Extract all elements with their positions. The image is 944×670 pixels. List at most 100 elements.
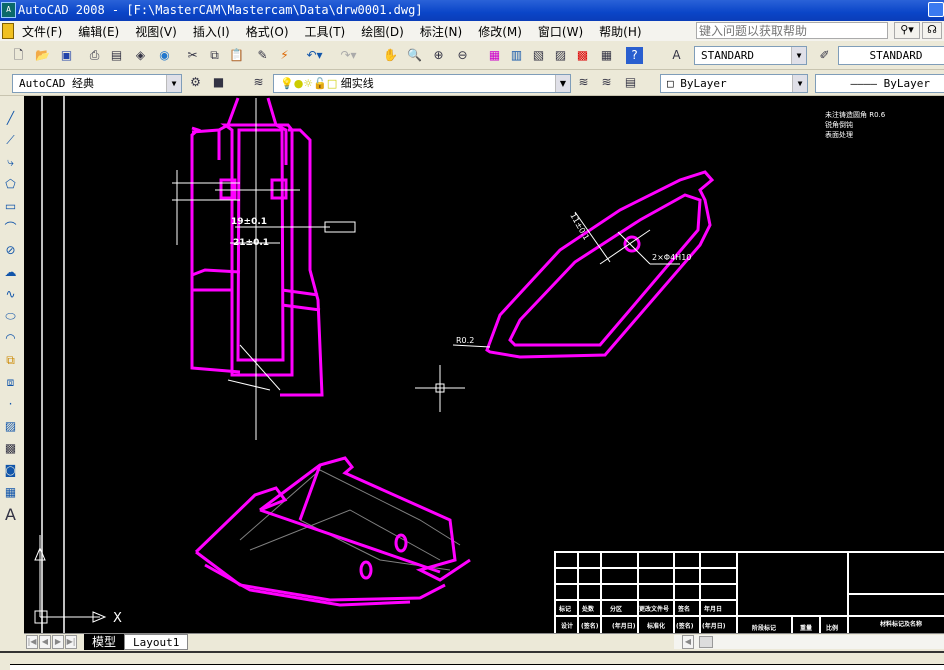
tb-mark: 标记	[558, 605, 571, 613]
layer-previous-icon[interactable]: ≋	[598, 74, 615, 91]
ucs-x-label: X	[113, 611, 122, 626]
calculator-icon[interactable]: ▦	[598, 47, 615, 64]
ellipse-arc-icon[interactable]: ◠	[2, 330, 19, 347]
window-title: AutoCAD 2008 - [F:\MasterCAM\Mastercam\D…	[18, 3, 423, 17]
color-select[interactable]: □ ByLayer ▼	[660, 74, 808, 93]
text-style-select[interactable]: STANDARD ▼	[694, 46, 807, 65]
tab-model[interactable]: 模型	[84, 634, 125, 650]
last-tab-icon[interactable]: ▶|	[65, 635, 77, 649]
cut-icon[interactable]: ✂	[184, 47, 201, 64]
copy-icon[interactable]: ⧉	[206, 47, 223, 64]
dim-style-select[interactable]: STANDARD	[838, 46, 944, 65]
menu-view[interactable]: 视图(V)	[135, 23, 177, 40]
chevron-down-icon[interactable]: ▼	[792, 75, 807, 92]
publish-icon[interactable]: ◈	[132, 47, 149, 64]
menu-file[interactable]: 文件(F)	[22, 23, 62, 40]
menu-format[interactable]: 格式(O)	[246, 23, 289, 40]
menu-insert[interactable]: 插入(I)	[193, 23, 230, 40]
table-icon[interactable]: ▦	[2, 484, 19, 501]
hatch-icon[interactable]: ▨	[2, 418, 19, 435]
ellipse-icon[interactable]: ⬭	[2, 308, 19, 325]
first-tab-icon[interactable]: |◀	[26, 635, 38, 649]
pan-icon[interactable]: ✋	[382, 47, 399, 64]
layer-manager-icon[interactable]: ≋	[250, 74, 267, 91]
horizontal-scrollbar[interactable]: ◀	[674, 635, 944, 649]
print-icon[interactable]: ⎙	[86, 47, 103, 64]
construction-line-icon[interactable]: ⟋	[2, 132, 19, 149]
paste-icon[interactable]: 📋	[228, 47, 245, 64]
polyline-icon[interactable]: ⤷	[2, 154, 19, 171]
prev-tab-icon[interactable]: ◀	[39, 635, 51, 649]
match-properties-icon[interactable]: ✎	[254, 47, 271, 64]
polygon-icon[interactable]: ⬠	[2, 176, 19, 193]
tb-standardization: 标准化	[646, 622, 665, 630]
command-line[interactable]	[10, 664, 944, 670]
insert-block-icon[interactable]: ⧉	[2, 352, 19, 369]
redo-icon[interactable]: ↷▾	[340, 47, 357, 64]
menu-modify[interactable]: 修改(M)	[478, 23, 522, 40]
document-icon[interactable]	[2, 23, 14, 39]
zoom-window-icon[interactable]: ⊕	[430, 47, 447, 64]
next-tab-icon[interactable]: ▶	[52, 635, 64, 649]
gradient-icon[interactable]: ▩	[2, 440, 19, 457]
region-icon[interactable]: ◙	[2, 462, 19, 479]
tb-std-date: (年月日)	[702, 622, 726, 630]
dim-style-icon[interactable]: ✐	[816, 47, 833, 64]
line-icon[interactable]: ╱	[2, 110, 19, 127]
scroll-left-icon[interactable]: ◀	[682, 635, 694, 649]
block-editor-icon[interactable]: ⚡	[276, 47, 293, 64]
3d-dwf-icon[interactable]: ◉	[156, 47, 173, 64]
chevron-down-icon[interactable]: ▼	[555, 75, 570, 92]
markup-icon[interactable]: ▩	[574, 47, 591, 64]
menu-help[interactable]: 帮助(H)	[599, 23, 641, 40]
point-icon[interactable]: ·	[2, 396, 19, 413]
search-icon[interactable]: ⚲▾	[894, 22, 920, 39]
chevron-down-icon[interactable]: ▼	[166, 75, 181, 92]
layer-select[interactable]: 💡●☼🔓□ 细实线 ▼	[273, 74, 571, 93]
workspace-settings-icon[interactable]: ⚙	[187, 74, 204, 91]
multiline-text-icon[interactable]: A	[2, 506, 19, 523]
text-style-icon[interactable]: A	[668, 47, 685, 64]
save-icon[interactable]: ▣	[58, 47, 75, 64]
new-icon[interactable]: 🗋	[10, 47, 27, 64]
open-icon[interactable]: 📂	[34, 47, 51, 64]
menu-dimension[interactable]: 标注(N)	[420, 23, 462, 40]
dimension-21: 21±0.1	[233, 238, 269, 248]
menu-edit[interactable]: 编辑(E)	[78, 23, 119, 40]
zoom-realtime-icon[interactable]: 🔍	[406, 47, 423, 64]
tb-change-doc: 更改文件号	[639, 605, 669, 613]
menu-window[interactable]: 窗口(W)	[538, 23, 583, 40]
spline-icon[interactable]: ∿	[2, 286, 19, 303]
revision-cloud-icon[interactable]: ☁	[2, 264, 19, 281]
menu-tools[interactable]: 工具(T)	[305, 23, 346, 40]
tab-layout1[interactable]: Layout1	[124, 634, 189, 650]
linetype-select[interactable]: ———— ByLayer	[815, 74, 944, 93]
autocad-icon[interactable]: A	[1, 2, 16, 18]
arc-icon[interactable]: ⌒	[2, 220, 19, 237]
undo-icon[interactable]: ↶▾	[306, 47, 323, 64]
make-current-layer-icon[interactable]: ≋	[575, 74, 592, 91]
help-search-input[interactable]	[696, 22, 888, 39]
layer-states-icon[interactable]: ▤	[622, 74, 639, 91]
tb-stage-mark: 阶段标记	[752, 624, 776, 632]
rectangle-icon[interactable]: ▭	[2, 198, 19, 215]
scroll-thumb[interactable]	[699, 636, 713, 648]
help-icon[interactable]: ?	[626, 47, 643, 64]
print-preview-icon[interactable]: ▤	[108, 47, 125, 64]
design-center-icon[interactable]: ▥	[508, 47, 525, 64]
zoom-previous-icon[interactable]: ⊖	[454, 47, 471, 64]
properties-icon[interactable]: ▦	[486, 47, 503, 64]
sheet-set-icon[interactable]: ▨	[552, 47, 569, 64]
workspace-select[interactable]: AutoCAD 经典 ▼	[12, 74, 182, 93]
tool-palettes-icon[interactable]: ▧	[530, 47, 547, 64]
chevron-down-icon[interactable]: ▼	[791, 47, 806, 64]
circle-icon[interactable]: ⊘	[2, 242, 19, 259]
make-block-icon[interactable]: ⧈	[2, 374, 19, 391]
drawing-canvas[interactable]: 19±0.1 21±0.1 2×Φ4H10 R0.2 11±0.1 X 未注铸造…	[24, 96, 944, 634]
save-workspace-icon[interactable]: ■	[210, 74, 227, 91]
note-line-1: 未注铸造圆角 R0.6	[825, 110, 886, 119]
title-bar: A AutoCAD 2008 - [F:\MasterCAM\Mastercam…	[0, 0, 944, 21]
minimize-button[interactable]	[928, 2, 944, 17]
communication-center-icon[interactable]: ☊	[922, 22, 942, 39]
menu-draw[interactable]: 绘图(D)	[361, 23, 404, 40]
